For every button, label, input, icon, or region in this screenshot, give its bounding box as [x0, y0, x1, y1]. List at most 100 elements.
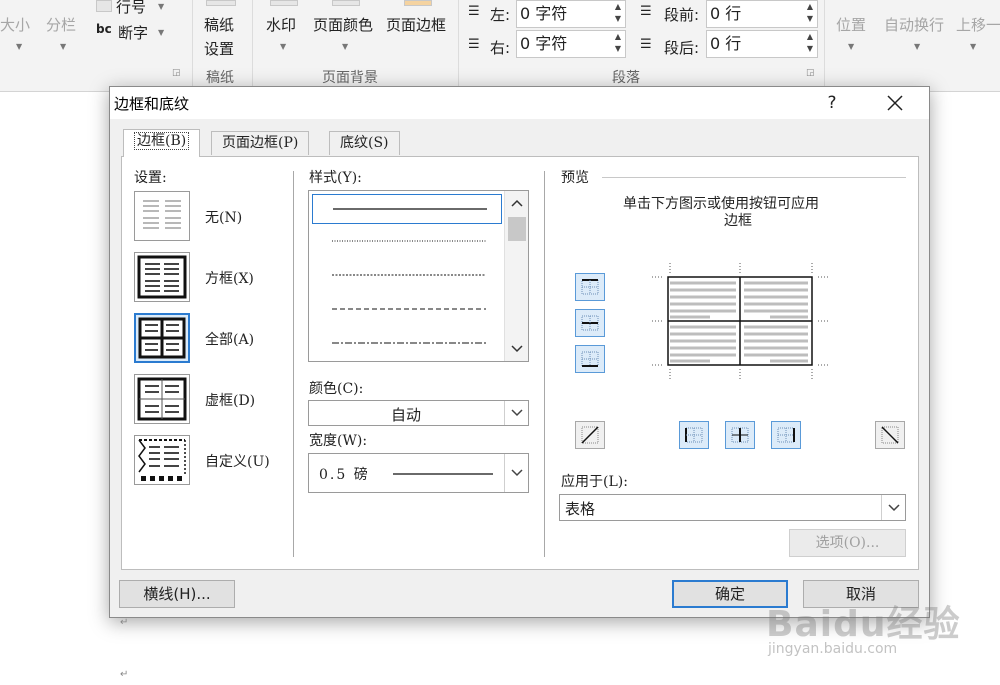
watermark-button[interactable]: 水印: [266, 14, 296, 35]
preview-divider: [602, 177, 906, 178]
space-after-label: 段后:: [664, 39, 700, 57]
watermark-icon: [270, 0, 298, 6]
size-button[interactable]: 大小: [0, 14, 30, 35]
width-select-value: 0.5 磅: [319, 467, 370, 483]
setting-box-button[interactable]: [134, 252, 190, 302]
wrap-text-button[interactable]: 自动换行: [884, 14, 944, 35]
grid-border-icon: [137, 377, 187, 421]
dialog-launcher-icon[interactable]: ◲: [172, 68, 181, 78]
draft-settings-label-2[interactable]: 设置: [204, 38, 234, 59]
color-select-value: 自动: [391, 406, 422, 424]
setting-grid-button[interactable]: [134, 374, 190, 424]
cancel-button[interactable]: 取消: [803, 580, 919, 608]
bring-forward-button[interactable]: 上移一: [956, 14, 1000, 35]
spinner-arrows-icon[interactable]: ▲ ▼: [807, 31, 813, 55]
border-style-list[interactable]: [308, 190, 529, 362]
diagonal-up-border-button[interactable]: [875, 421, 905, 449]
left-border-button[interactable]: [679, 421, 709, 449]
border-preview-diagram[interactable]: [650, 261, 830, 383]
setting-box-label[interactable]: 方框(X): [205, 268, 254, 288]
spinner-arrows-icon[interactable]: ▲ ▼: [615, 31, 621, 55]
setting-all-label[interactable]: 全部(A): [205, 329, 254, 349]
space-before-icon: ☰: [640, 4, 652, 19]
ribbon: 大小 分栏 ▼ ▼ 行号 ▼ bc 断字 ▼ ◲ 稿纸 设置 稿纸 水印 ▼ 页…: [0, 0, 1000, 92]
hyphenation-icon: bc: [96, 22, 112, 36]
setting-grid-label[interactable]: 虚框(D): [205, 390, 255, 410]
close-button[interactable]: [872, 89, 918, 117]
indent-right-icon: ☰: [468, 37, 480, 52]
page-color-button[interactable]: 页面颜色: [313, 14, 373, 35]
hyphenation-button[interactable]: 断字: [118, 22, 148, 43]
left-border-icon: [685, 427, 703, 443]
page-borders-button[interactable]: 页面边框: [386, 14, 446, 35]
columns-button[interactable]: 分栏: [46, 14, 76, 35]
options-button[interactable]: 选项(O)...: [789, 529, 906, 557]
chevron-down-icon[interactable]: [881, 495, 905, 520]
indent-left-icon: ☰: [468, 4, 480, 19]
close-icon: [887, 95, 903, 111]
bottom-border-icon: [581, 351, 599, 367]
list-item[interactable]: [312, 261, 502, 291]
horizontal-line-button[interactable]: 横线(H)...: [119, 580, 235, 608]
setting-none-label[interactable]: 无(N): [205, 207, 242, 227]
chevron-down-icon: ▼: [60, 42, 67, 51]
list-item[interactable]: [312, 329, 502, 359]
top-border-icon: [581, 279, 599, 295]
page-borders-icon: [404, 0, 432, 6]
inside-vertical-border-button[interactable]: [725, 421, 755, 449]
list-item[interactable]: [312, 295, 502, 325]
paragraph-group-label: 段落: [612, 70, 640, 86]
chevron-down-icon[interactable]: [504, 454, 528, 492]
ok-button[interactable]: 确定: [672, 580, 788, 608]
style-label: 样式(Y):: [309, 170, 362, 186]
spinner-arrows-icon[interactable]: ▲ ▼: [807, 1, 813, 25]
inside-vertical-border-icon: [731, 427, 749, 443]
apply-to-select[interactable]: 表格: [559, 494, 906, 521]
style-list-scrollbar[interactable]: [504, 191, 528, 361]
borders-and-shading-dialog: 边框和底纹 ? 边框(B) 页面边框(P) 底纹(S) 设置: 无(N) 方框(…: [109, 86, 930, 618]
apply-to-select-value: 表格: [565, 500, 596, 518]
scrollbar-thumb[interactable]: [508, 217, 526, 241]
setting-custom-label[interactable]: 自定义(U): [205, 451, 270, 471]
right-border-button[interactable]: [771, 421, 801, 449]
indent-right-input[interactable]: 0 字符 ▲ ▼: [516, 30, 626, 58]
chevron-down-icon: ▼: [158, 2, 165, 11]
inside-horizontal-border-button[interactable]: [575, 309, 605, 337]
draft-settings-label-1[interactable]: 稿纸: [204, 14, 234, 35]
setting-all-button[interactable]: [134, 313, 190, 363]
setting-custom-button[interactable]: [134, 435, 190, 485]
width-label: 宽度(W):: [309, 433, 368, 449]
indent-right-label: 右:: [490, 39, 511, 57]
chevron-down-icon: ▼: [280, 42, 287, 51]
column-divider: [293, 171, 294, 557]
position-button[interactable]: 位置: [836, 14, 866, 35]
bottom-border-button[interactable]: [575, 345, 605, 373]
tab-shading[interactable]: 底纹(S): [329, 131, 400, 155]
color-label: 颜色(C):: [309, 381, 364, 397]
tab-page-border[interactable]: 页面边框(P): [211, 131, 310, 155]
chevron-down-icon[interactable]: [505, 339, 528, 359]
paragraph-mark-icon: ↵: [120, 669, 129, 680]
chevron-down-icon: ▼: [158, 28, 165, 37]
line-numbers-button[interactable]: 行号: [116, 0, 146, 17]
tab-borders[interactable]: 边框(B): [123, 129, 201, 157]
diagonal-down-icon: [881, 426, 899, 444]
color-select[interactable]: 自动: [308, 400, 529, 426]
help-button[interactable]: ?: [814, 89, 850, 117]
space-before-input[interactable]: 0 行 ▲ ▼: [706, 0, 818, 28]
spinner-arrows-icon[interactable]: ▲ ▼: [615, 1, 621, 25]
dialog-titlebar[interactable]: 边框和底纹 ?: [110, 87, 929, 119]
chevron-up-icon[interactable]: [505, 193, 528, 213]
paragraph-mark-icon: ↵: [120, 617, 129, 628]
space-after-input[interactable]: 0 行 ▲ ▼: [706, 30, 818, 58]
dialog-launcher-icon[interactable]: ◲: [806, 68, 815, 78]
chevron-down-icon[interactable]: [504, 401, 528, 425]
indent-left-input[interactable]: 0 字符 ▲ ▼: [516, 0, 626, 28]
column-divider: [544, 171, 545, 557]
list-item[interactable]: [312, 194, 502, 224]
top-border-button[interactable]: [575, 273, 605, 301]
setting-none-button[interactable]: [134, 191, 190, 241]
list-item[interactable]: [312, 227, 502, 257]
width-select[interactable]: 0.5 磅: [308, 453, 529, 493]
diagonal-down-border-button[interactable]: [575, 421, 605, 449]
